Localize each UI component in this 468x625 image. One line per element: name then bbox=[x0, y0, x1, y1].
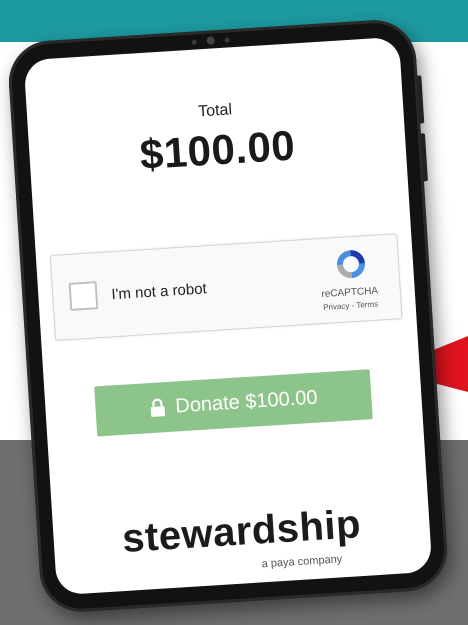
recaptcha-privacy-terms[interactable]: Privacy - Terms bbox=[310, 299, 390, 313]
tablet-frame: Total $100.00 I'm not a robot reCAPTCHA … bbox=[6, 17, 450, 615]
brand-tagline: a paya company bbox=[261, 553, 343, 571]
recaptcha-logo-icon bbox=[337, 250, 365, 279]
recaptcha-label: I'm not a robot bbox=[110, 280, 208, 304]
tablet-side-button bbox=[416, 75, 425, 124]
donate-button-label: Donate $100.00 bbox=[174, 386, 319, 417]
recaptcha-brand: reCAPTCHA bbox=[321, 285, 379, 301]
stewardship-logo: stewardship bbox=[120, 502, 363, 562]
tablet-camera bbox=[191, 35, 230, 45]
recaptcha-widget: I'm not a robot reCAPTCHA Privacy - Term… bbox=[49, 233, 403, 341]
tablet-screen: Total $100.00 I'm not a robot reCAPTCHA … bbox=[23, 36, 433, 596]
tablet-side-button bbox=[419, 133, 428, 182]
recaptcha-checkbox[interactable] bbox=[68, 281, 99, 311]
lock-icon bbox=[150, 398, 165, 417]
donate-button[interactable]: Donate $100.00 bbox=[94, 369, 373, 437]
